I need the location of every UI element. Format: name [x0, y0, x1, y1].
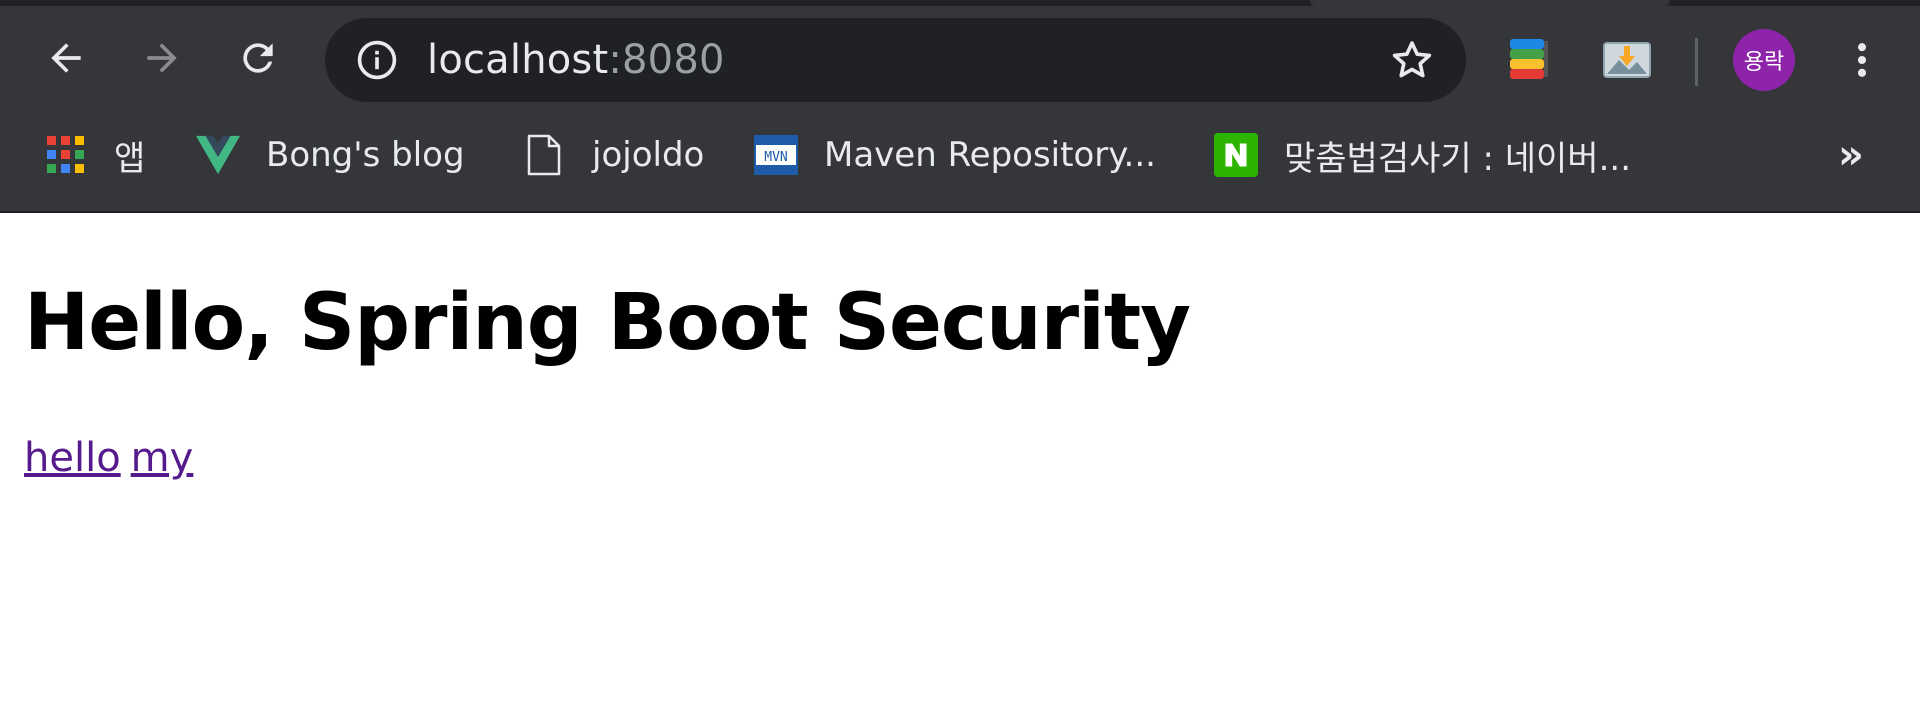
profile-avatar[interactable]: 용락: [1733, 29, 1795, 91]
page-icon: [522, 133, 566, 177]
url-port: :8080: [608, 37, 725, 83]
vue-logo-icon: [196, 133, 240, 177]
image-download-extension-button[interactable]: [1602, 32, 1652, 88]
bookmark-bongs-blog[interactable]: Bong's blog: [196, 128, 465, 182]
bookmark-label: 앱: [114, 138, 146, 179]
browser-chrome: localhost:8080 용락 앱 Bong's blog jojoldo …: [0, 0, 1920, 213]
svg-text:MVN: MVN: [764, 150, 787, 165]
extension-stack-button[interactable]: [1506, 32, 1552, 88]
arrow-right-icon: [147, 43, 177, 73]
bookmarks-bar: 앱 Bong's blog jojoldo MVN Maven Reposito…: [0, 118, 1920, 192]
url-text[interactable]: localhost:8080: [427, 36, 725, 84]
stacked-books-icon: [1510, 39, 1548, 79]
url-host: localhost: [427, 37, 609, 83]
browser-toolbar: localhost:8080 용락: [0, 14, 1920, 106]
maven-icon: MVN: [754, 133, 798, 177]
bookmark-spell-checker[interactable]: 맞춤법검사기 : 네이버...: [1214, 128, 1631, 182]
bookmark-jojoldo[interactable]: jojoldo: [522, 128, 704, 182]
more-menu-icon[interactable]: [1840, 36, 1884, 84]
page-content: Hello, Spring Boot Security hello my: [0, 213, 1920, 725]
apps-grid-icon: [44, 133, 88, 177]
back-button[interactable]: [34, 26, 98, 90]
active-tab[interactable]: [1310, 0, 1670, 6]
forward-button[interactable]: [130, 26, 194, 90]
toolbar-separator: [1695, 38, 1698, 86]
link-row: hello my: [24, 433, 1920, 483]
bookmark-apps[interactable]: 앱: [44, 128, 145, 182]
reload-button[interactable]: [226, 26, 290, 90]
reload-icon: [243, 43, 273, 73]
bookmark-label: 맞춤법검사기 : 네이버...: [1284, 138, 1632, 179]
bookmark-label: jojoldo: [592, 135, 705, 175]
profile-initials: 용락: [1743, 50, 1785, 75]
my-link[interactable]: my: [131, 435, 194, 481]
bookmarks-overflow-button[interactable]: »: [1838, 132, 1864, 178]
image-download-icon: [1603, 42, 1651, 78]
naver-icon: [1214, 133, 1258, 177]
bookmark-label: Maven Repository...: [824, 135, 1156, 175]
address-bar[interactable]: localhost:8080: [325, 18, 1466, 102]
bookmark-star-icon[interactable]: [1388, 36, 1436, 84]
bookmark-maven-repository[interactable]: MVN Maven Repository...: [754, 128, 1156, 182]
hello-link[interactable]: hello: [24, 435, 121, 481]
info-icon[interactable]: [355, 38, 399, 82]
arrow-left-icon: [51, 43, 81, 73]
tab-strip: [0, 0, 1920, 6]
bookmark-label: Bong's blog: [266, 135, 465, 175]
page-heading: Hello, Spring Boot Security: [24, 278, 1191, 368]
